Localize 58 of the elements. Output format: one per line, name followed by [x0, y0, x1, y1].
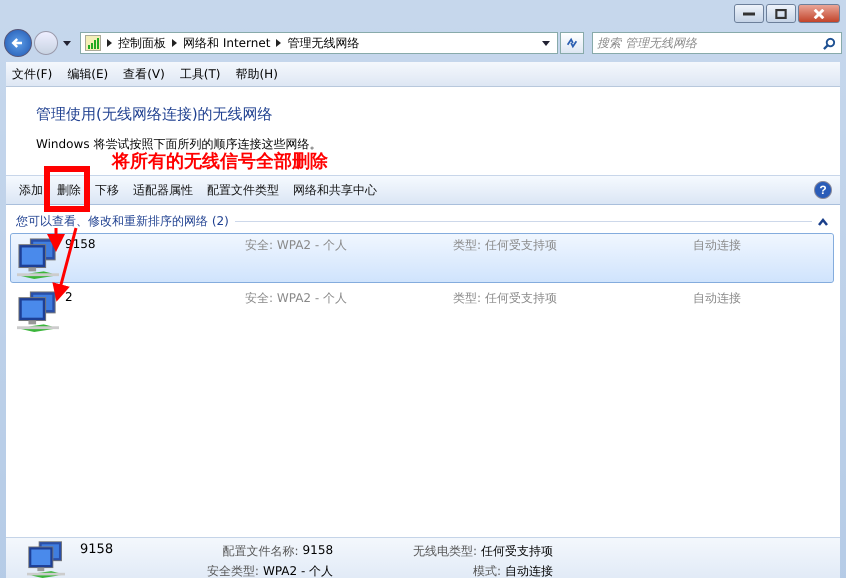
collapse-chevron-icon[interactable] — [818, 218, 828, 226]
detail-value: 任何受支持项 — [481, 543, 554, 560]
maximize-button[interactable] — [766, 4, 796, 23]
toolbar-button[interactable]: 配置文件类型 — [200, 179, 286, 201]
maximize-icon — [775, 8, 787, 18]
detail-label: 配置文件名称: — [222, 543, 299, 560]
help-button[interactable]: ? — [814, 181, 832, 199]
breadcrumb-link[interactable]: 管理无线网络 — [287, 34, 360, 52]
address-bar[interactable]: 控制面板 网络和 Internet 管理无线网络 — [80, 32, 558, 54]
detail-value: 9158 — [302, 543, 334, 559]
security-label: 安全: WPA2 - 个人 — [245, 290, 348, 307]
back-button[interactable] — [4, 29, 32, 57]
breadcrumb-arrow-icon[interactable] — [172, 39, 177, 47]
annotation-highlight-box — [44, 166, 90, 212]
breadcrumb-link[interactable]: 网络和 Internet — [183, 34, 270, 52]
refresh-arrows-icon — [565, 36, 579, 50]
network-name: 2 — [65, 289, 74, 304]
computers-icon — [15, 290, 61, 332]
breadcrumb-arrow-icon[interactable] — [107, 39, 112, 47]
history-dropdown-icon[interactable] — [63, 40, 71, 46]
breadcrumb-link[interactable]: 控制面板 — [118, 34, 166, 52]
detail-label: 安全类型: — [206, 563, 259, 578]
mode-label: 自动连接 — [693, 237, 741, 254]
security-label: 安全: WPA2 - 个人 — [245, 237, 348, 254]
search-icon — [823, 37, 836, 50]
page-heading: 管理使用(无线网络连接)的无线网络 — [36, 105, 274, 124]
minimize-button[interactable] — [734, 4, 764, 23]
signal-bars-icon — [85, 35, 101, 51]
detail-value: WPA2 - 个人 — [262, 563, 334, 578]
address-dropdown-icon[interactable] — [542, 40, 550, 46]
type-label: 类型: 任何受支持项 — [453, 290, 558, 307]
mode-label: 自动连接 — [693, 290, 741, 307]
menu-item[interactable]: 工具(T) — [180, 66, 220, 82]
close-button[interactable] — [798, 4, 840, 23]
detail-label: 模式: — [473, 563, 502, 578]
search-field[interactable]: 搜索 管理无线网络 — [592, 32, 842, 54]
menu-item[interactable]: 帮助(H) — [236, 66, 278, 82]
toolbar-button[interactable]: 添加 — [12, 179, 50, 201]
menu-item[interactable]: 文件(F) — [12, 66, 52, 82]
refresh-button[interactable] — [560, 32, 584, 54]
toolbar-button[interactable]: 网络和共享中心 — [286, 179, 384, 201]
network-row[interactable]: 2 安全: WPA2 - 个人 类型: 任何受支持项 自动连接 — [10, 286, 834, 336]
toolbar-button[interactable]: 下移 — [88, 179, 126, 201]
computers-icon — [24, 540, 68, 578]
toolbar-button[interactable]: 适配器属性 — [126, 179, 200, 201]
detail-value: 自动连接 — [505, 563, 554, 578]
computers-icon — [15, 237, 61, 279]
details-name: 9158 — [80, 542, 114, 557]
annotation-text: 将所有的无线信号全部删除 — [112, 152, 328, 172]
menu-item[interactable]: 查看(V) — [123, 66, 165, 82]
page-description: Windows 将尝试按照下面所列的顺序连接这些网络。 — [36, 136, 322, 152]
detail-label: 无线电类型: — [413, 543, 478, 560]
group-header[interactable]: 您可以查看、修改和重新排序的网络 (2) — [16, 213, 229, 230]
toolbar-button[interactable]: 删除 — [50, 179, 88, 201]
type-label: 类型: 任何受支持项 — [453, 237, 558, 254]
menu-item[interactable]: 编辑(E) — [67, 66, 108, 82]
breadcrumb-arrow-icon[interactable] — [276, 39, 282, 47]
close-icon — [813, 8, 825, 18]
